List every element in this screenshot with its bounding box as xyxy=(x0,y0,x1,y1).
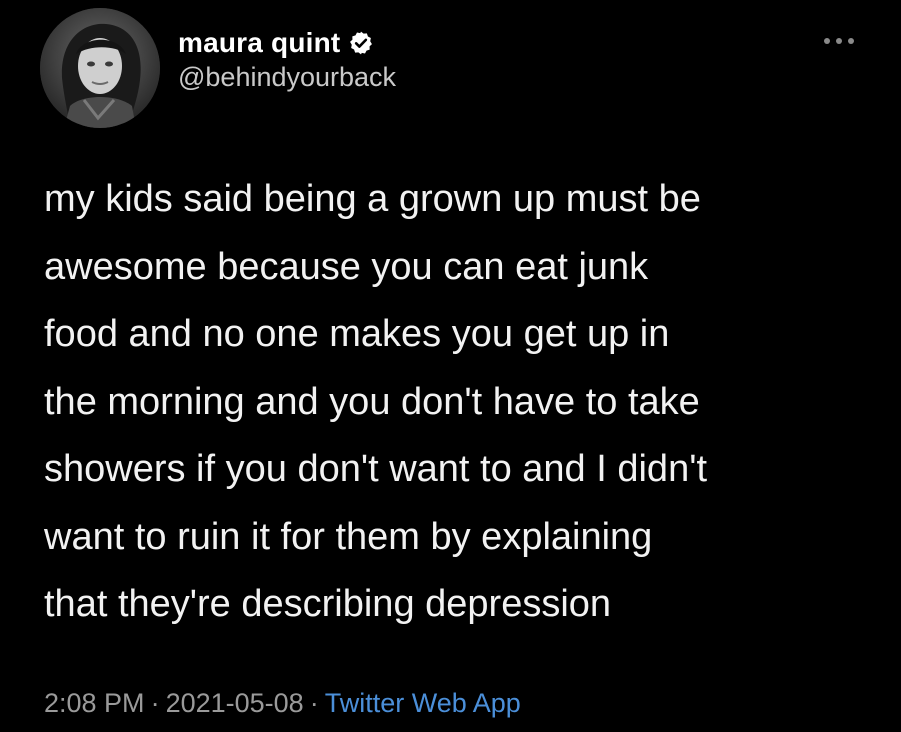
tweet-date[interactable]: 2021-05-08 xyxy=(166,688,304,718)
tweet-source-link[interactable]: Twitter Web App xyxy=(325,688,521,718)
meta-separator: · xyxy=(309,688,319,718)
verified-badge-icon xyxy=(348,30,374,56)
tweet-time[interactable]: 2:08 PM xyxy=(44,688,145,718)
meta-separator: · xyxy=(150,688,160,718)
name-row: maura quint xyxy=(178,26,396,60)
tweet-text: my kids said being a grown up must be aw… xyxy=(44,178,708,625)
more-options-icon[interactable] xyxy=(821,34,857,46)
tweet-card: maura quint @behindyourback my kids said… xyxy=(0,0,901,732)
display-name[interactable]: maura quint xyxy=(178,27,340,59)
tweet-metadata: 2:08 PM · 2021-05-08 · Twitter Web App xyxy=(44,688,521,719)
user-handle[interactable]: @behindyourback xyxy=(178,62,396,93)
author-block: maura quint @behindyourback xyxy=(178,26,396,93)
avatar-photo xyxy=(40,8,160,128)
avatar[interactable] xyxy=(40,8,160,128)
